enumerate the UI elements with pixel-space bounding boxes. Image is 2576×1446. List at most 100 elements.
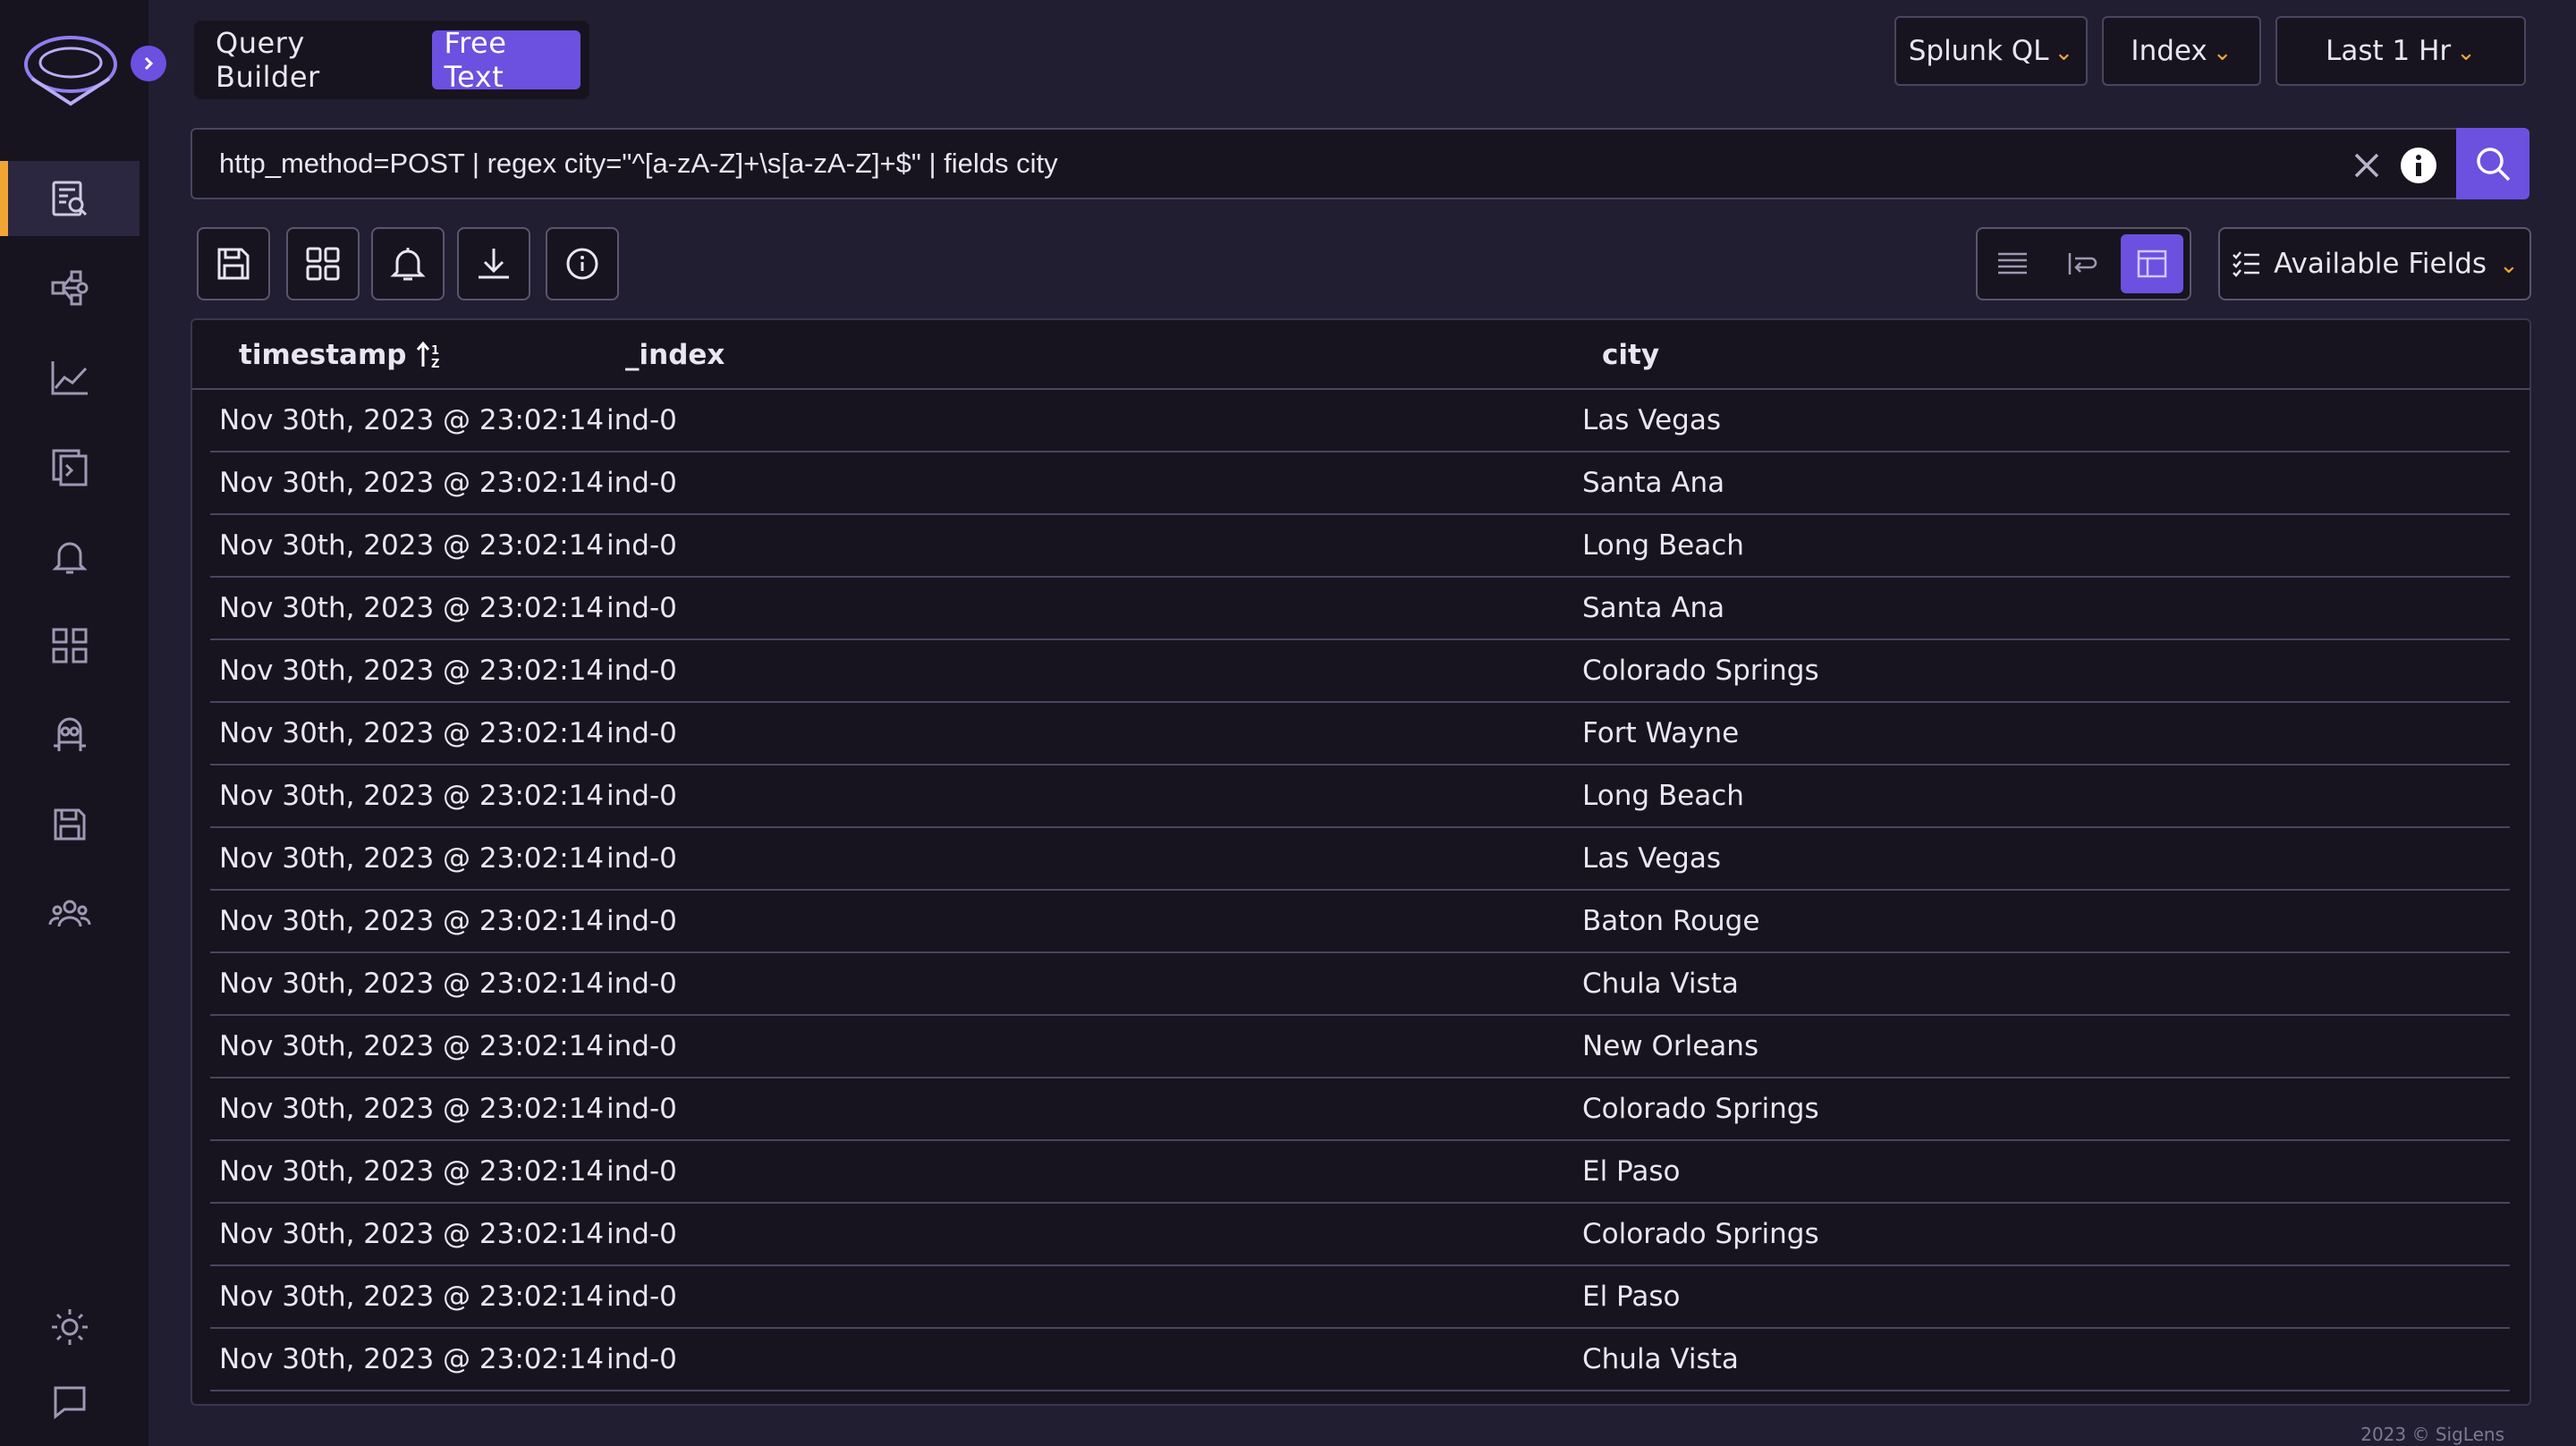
available-fields-dropdown[interactable]: Available Fields ⌄ bbox=[2218, 227, 2531, 300]
wrap-text-icon bbox=[2068, 253, 2097, 275]
clear-query-icon[interactable] bbox=[2349, 148, 2385, 183]
info-filled-icon[interactable] bbox=[2399, 146, 2438, 185]
table-row[interactable]: Nov 30th, 2023 @ 23:02:14 ind-0 El Paso bbox=[210, 1141, 2510, 1204]
available-fields-label: Available Fields bbox=[2274, 248, 2487, 280]
siglens-logo-icon[interactable] bbox=[21, 27, 120, 113]
chevron-down-icon: ⌄ bbox=[2456, 39, 2476, 66]
query-language-dropdown[interactable]: Splunk QL ⌄ bbox=[1894, 16, 2088, 86]
sidebar-item-metrics[interactable] bbox=[0, 340, 140, 415]
table-row[interactable]: Nov 30th, 2023 @ 23:02:14 ind-0 Santa Ana bbox=[210, 452, 2510, 515]
timestamp-cell: Nov 30th, 2023 @ 23:02:14 bbox=[219, 1093, 605, 1125]
index-cell: ind-0 bbox=[606, 655, 677, 687]
table-row[interactable]: Nov 30th, 2023 @ 23:02:14 ind-0 Colorado S… bbox=[210, 1078, 2510, 1141]
column-header-index[interactable]: _index bbox=[625, 320, 724, 390]
table-row[interactable]: Nov 30th, 2023 @ 23:02:14 ind-0 Long Beach bbox=[210, 515, 2510, 578]
city-cell: Santa Ana bbox=[1582, 592, 1725, 624]
search-logs-icon bbox=[52, 181, 88, 216]
sidebar-item-minion[interactable] bbox=[0, 698, 140, 773]
run-search-button[interactable] bbox=[2456, 128, 2529, 199]
svg-text:1: 1 bbox=[431, 344, 439, 358]
column-header-label: timestamp bbox=[239, 339, 407, 371]
download-icon bbox=[479, 249, 509, 279]
table-row[interactable]: Nov 30th, 2023 @ 23:02:14 ind-0 Fort Wayne bbox=[210, 703, 2510, 765]
add-to-dashboard-button[interactable] bbox=[286, 227, 360, 300]
table-row[interactable]: Nov 30th, 2023 @ 23:02:14 ind-0 Las Vegas bbox=[210, 390, 2510, 452]
table-row[interactable]: Nov 30th, 2023 @ 23:02:14 ind-0 Colorado S… bbox=[210, 1204, 2510, 1266]
table-row[interactable]: Nov 30th, 2023 @ 23:02:14 ind-0 Santa Ana bbox=[210, 578, 2510, 640]
dashboard-grid-icon bbox=[306, 247, 340, 281]
timestamp-cell: Nov 30th, 2023 @ 23:02:14 bbox=[219, 1030, 605, 1062]
search-icon bbox=[2477, 148, 2511, 182]
info-icon bbox=[566, 248, 598, 280]
table-row[interactable]: Nov 30th, 2023 @ 23:02:14 ind-0 Chula Vist… bbox=[210, 953, 2510, 1016]
city-cell: Fort Wayne bbox=[1582, 717, 1740, 749]
sidebar-item-users[interactable] bbox=[0, 876, 140, 951]
timestamp-cell: Nov 30th, 2023 @ 23:02:14 bbox=[219, 905, 605, 937]
city-cell: Baton Rouge bbox=[1582, 905, 1760, 937]
index-cell: ind-0 bbox=[606, 1030, 677, 1062]
sort-ascending-icon[interactable]: 1 Z bbox=[415, 340, 445, 370]
app-root: Query Builder Free Text Splunk QL ⌄ Inde… bbox=[0, 0, 2576, 1446]
timestamp-cell: Nov 30th, 2023 @ 23:02:14 bbox=[219, 1218, 605, 1250]
table-row[interactable]: Nov 30th, 2023 @ 23:02:14 ind-0 Chula Vist… bbox=[210, 1329, 2510, 1391]
table-row[interactable]: Nov 30th, 2023 @ 23:02:14 ind-0 El Paso bbox=[210, 1266, 2510, 1329]
table-body: Nov 30th, 2023 @ 23:02:14 ind-0 Las Vegas N… bbox=[192, 390, 2529, 1391]
table-row[interactable]: Nov 30th, 2023 @ 23:02:14 ind-0 Baton Roug… bbox=[210, 891, 2510, 953]
sidebar-item-alerts[interactable] bbox=[0, 519, 140, 594]
column-header-label: city bbox=[1602, 339, 1660, 371]
chevron-down-icon: ⌄ bbox=[2054, 39, 2074, 66]
query-text: http_method=POST | regex city="^[a-zA-Z]… bbox=[219, 148, 1058, 179]
single-line-view-button[interactable] bbox=[1981, 234, 2044, 293]
table-row[interactable]: Nov 30th, 2023 @ 23:02:14 ind-0 Las Vegas bbox=[210, 828, 2510, 891]
index-cell: ind-0 bbox=[606, 404, 677, 436]
query-mode-toggle: Query Builder Free Text bbox=[194, 21, 589, 99]
theme-toggle-button[interactable] bbox=[0, 1290, 140, 1365]
index-cell: ind-0 bbox=[606, 968, 677, 1000]
service-graph-icon bbox=[51, 270, 89, 306]
timestamp-cell: Nov 30th, 2023 @ 23:02:14 bbox=[219, 1155, 605, 1188]
users-icon bbox=[48, 900, 91, 927]
time-range-dropdown[interactable]: Last 1 Hr ⌄ bbox=[2275, 16, 2526, 86]
timestamp-cell: Nov 30th, 2023 @ 23:02:14 bbox=[219, 467, 605, 499]
sidebar-item-live-tail[interactable] bbox=[0, 429, 140, 504]
checklist-icon bbox=[2233, 251, 2260, 277]
feedback-button[interactable] bbox=[0, 1365, 140, 1440]
free-text-tab[interactable]: Free Text bbox=[431, 26, 580, 94]
dashboards-grid-icon bbox=[52, 628, 88, 664]
index-cell: ind-0 bbox=[606, 1218, 677, 1250]
sidebar-item-tracing[interactable] bbox=[0, 250, 140, 326]
city-cell: Las Vegas bbox=[1582, 842, 1721, 875]
index-cell: ind-0 bbox=[606, 905, 677, 937]
alerts-bell-icon bbox=[52, 542, 88, 574]
table-row[interactable]: Nov 30th, 2023 @ 23:02:14 ind-0 Colorado S… bbox=[210, 640, 2510, 703]
query-builder-tab[interactable]: Query Builder bbox=[203, 26, 419, 94]
sidebar-item-dashboards[interactable] bbox=[0, 608, 140, 683]
metrics-chart-icon bbox=[51, 361, 88, 395]
column-header-timestamp[interactable]: timestamp 1 Z bbox=[239, 320, 445, 390]
table-row[interactable]: Nov 30th, 2023 @ 23:02:14 ind-0 New Orlean… bbox=[210, 1016, 2510, 1078]
timestamp-cell: Nov 30th, 2023 @ 23:02:14 bbox=[219, 780, 605, 812]
city-cell: Colorado Springs bbox=[1582, 1218, 1819, 1250]
save-query-button[interactable] bbox=[197, 227, 270, 300]
sidebar-item-saved-queries[interactable] bbox=[0, 787, 140, 862]
query-input[interactable]: http_method=POST | regex city="^[a-zA-Z]… bbox=[191, 128, 2458, 199]
index-dropdown[interactable]: Index ⌄ bbox=[2102, 16, 2261, 86]
column-header-city[interactable]: city bbox=[1602, 320, 1659, 390]
create-alert-button[interactable] bbox=[371, 227, 445, 300]
table-view-button[interactable] bbox=[2121, 234, 2183, 293]
time-range-label: Last 1 Hr bbox=[2326, 35, 2452, 67]
city-cell: Chula Vista bbox=[1582, 1343, 1739, 1375]
column-header-label: _index bbox=[625, 339, 725, 371]
city-cell: Las Vegas bbox=[1582, 404, 1721, 436]
index-cell: ind-0 bbox=[606, 842, 677, 875]
city-cell: Santa Ana bbox=[1582, 467, 1725, 499]
city-cell: New Orleans bbox=[1582, 1030, 1759, 1062]
download-results-button[interactable] bbox=[457, 227, 530, 300]
sidebar-item-logs[interactable] bbox=[0, 161, 140, 236]
city-cell: Colorado Springs bbox=[1582, 655, 1819, 687]
saved-queries-icon bbox=[54, 808, 86, 841]
query-info-button[interactable] bbox=[546, 227, 619, 300]
table-row[interactable]: Nov 30th, 2023 @ 23:02:14 ind-0 Long Beach bbox=[210, 765, 2510, 828]
multi-line-view-button[interactable] bbox=[2051, 234, 2114, 293]
sidebar-expand-button[interactable] bbox=[131, 46, 166, 81]
